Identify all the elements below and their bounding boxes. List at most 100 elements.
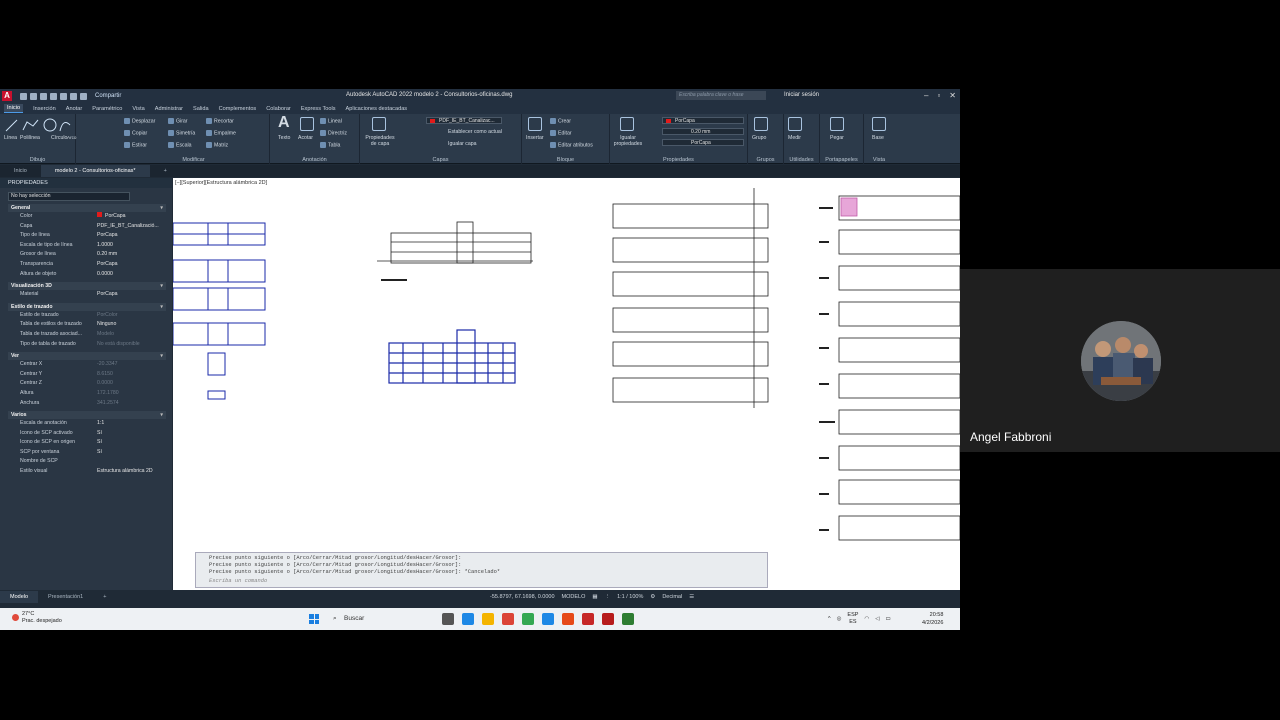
- dimension-button[interactable]: Acotar: [298, 135, 313, 141]
- tab-complementos[interactable]: Complementos: [219, 106, 257, 112]
- tab-insercion[interactable]: Inserción: [33, 106, 56, 112]
- panel-title-propiedades[interactable]: Propiedades: [610, 157, 747, 163]
- plot-icon[interactable]: [60, 92, 67, 100]
- language-indicator[interactable]: ESP ES: [847, 612, 858, 626]
- property-value[interactable]: 0.0000: [97, 379, 166, 389]
- panel-title-bloque[interactable]: Bloque: [522, 157, 609, 163]
- layer-properties-icon[interactable]: [372, 117, 386, 131]
- set-current-button[interactable]: Establecer como actual: [448, 129, 502, 135]
- create-block-button[interactable]: Crear: [550, 118, 571, 124]
- panel-title-utilidades[interactable]: Utilidades: [784, 157, 819, 163]
- property-value-wrap[interactable]: PorCapa: [97, 212, 166, 222]
- tab-aplicaciones[interactable]: Aplicaciones destacadas: [346, 106, 408, 112]
- acrobat-icon[interactable]: [582, 613, 594, 625]
- open-icon[interactable]: [30, 92, 37, 100]
- measure-button[interactable]: Medir: [788, 135, 801, 141]
- scale-button[interactable]: Escala: [168, 142, 192, 148]
- system-clock[interactable]: 20:58 4/2/2026: [922, 611, 943, 627]
- layer-dropdown[interactable]: PDF_IE_BT_Canalizac...: [426, 117, 502, 124]
- polyline-button[interactable]: Polilínea: [20, 135, 40, 141]
- property-row[interactable]: Altura de objeto 0.0000: [20, 270, 166, 280]
- units-dropdown[interactable]: Decimal: [662, 594, 682, 600]
- command-window[interactable]: Precise punto siguiente o [Arco/Cerrar/M…: [195, 552, 768, 588]
- property-row[interactable]: Centrar Y 8.6150: [20, 370, 166, 380]
- property-row[interactable]: Capa PDF_IE_BT_Canalizació...: [20, 222, 166, 232]
- property-value[interactable]: 1:1: [97, 419, 166, 429]
- property-row[interactable]: Centrar Z 0.0000: [20, 379, 166, 389]
- taskbar-search[interactable]: ⌕ Buscar: [331, 612, 431, 625]
- tab-presentacion[interactable]: Presentación1: [38, 594, 93, 600]
- edit-block-button[interactable]: Editar: [550, 130, 572, 136]
- lineweight-dropdown[interactable]: 0.20 mm: [662, 128, 744, 135]
- tab-express-tools[interactable]: Express Tools: [301, 106, 336, 112]
- copy-button[interactable]: Copiar: [124, 130, 147, 136]
- sign-in-button[interactable]: Iniciar sesión: [784, 92, 819, 98]
- fillet-button[interactable]: Empalme: [206, 130, 236, 136]
- property-value[interactable]: 1.0000: [97, 241, 166, 251]
- task-view-icon[interactable]: [442, 613, 454, 625]
- property-row[interactable]: Material PorCapa: [20, 290, 166, 300]
- property-value[interactable]: 8.6150: [97, 370, 166, 380]
- autocad-taskbar-icon[interactable]: [602, 613, 614, 625]
- settings-icon[interactable]: ⚙: [650, 594, 655, 600]
- text-icon[interactable]: A: [278, 114, 290, 132]
- customize-icon[interactable]: ☰: [689, 594, 694, 600]
- tab-colaborar[interactable]: Colaborar: [266, 106, 291, 112]
- arc-button[interactable]: Arco: [67, 135, 76, 140]
- drawing-canvas[interactable]: [−][Superior][Estructura alámbrica 2D] P…: [173, 178, 960, 590]
- property-row[interactable]: Grosor de línea 0.20 mm: [20, 250, 166, 260]
- paste-icon[interactable]: [830, 117, 844, 131]
- line-button[interactable]: Línea: [4, 135, 17, 141]
- layer-properties-button[interactable]: Propiedades de capa: [364, 135, 396, 147]
- tray-overflow-icon[interactable]: ^: [828, 616, 831, 622]
- match-properties-button[interactable]: Igualar propiedades: [612, 135, 644, 147]
- property-row[interactable]: Tabla de estilos de trazado Ninguno: [20, 320, 166, 330]
- property-row[interactable]: Escala de anotación 1:1: [20, 419, 166, 429]
- property-section-header[interactable]: Varios: [8, 411, 166, 420]
- add-layout-icon[interactable]: +: [93, 594, 116, 600]
- property-section-header[interactable]: General: [8, 204, 166, 212]
- search-input[interactable]: Escriba palabra clave o frase: [676, 91, 766, 100]
- annotation-scale[interactable]: 1:1 / 100%: [617, 594, 643, 600]
- insert-icon[interactable]: [528, 117, 542, 131]
- file-explorer-icon[interactable]: [482, 613, 494, 625]
- excel-icon[interactable]: [622, 613, 634, 625]
- volume-icon[interactable]: ◁: [875, 616, 879, 622]
- property-value[interactable]: Modelo: [97, 330, 166, 340]
- stretch-button[interactable]: Estirar: [124, 142, 147, 148]
- edit-attributes-button[interactable]: Editar atributos: [550, 142, 593, 148]
- tab-parametrico[interactable]: Paramétrico: [92, 106, 122, 112]
- property-value[interactable]: 172.1780: [97, 389, 166, 399]
- property-value[interactable]: Estructura alámbrica 2D: [97, 467, 166, 477]
- text-button[interactable]: Texto: [278, 135, 290, 141]
- wifi-icon[interactable]: ◠: [864, 616, 869, 622]
- grid-icon[interactable]: ▦: [592, 594, 597, 600]
- new-icon[interactable]: [20, 92, 27, 100]
- linear-button[interactable]: Lineal: [320, 118, 342, 124]
- chrome-canary-icon[interactable]: [562, 613, 574, 625]
- property-row[interactable]: Anchura 341.2574: [20, 399, 166, 409]
- property-value[interactable]: [97, 457, 166, 467]
- new-tab-icon[interactable]: +: [150, 165, 181, 177]
- property-row[interactable]: Tipo de línea PorCapa: [20, 231, 166, 241]
- property-value[interactable]: PorColor: [97, 311, 166, 321]
- property-row[interactable]: Centrar X -20.3347: [20, 360, 166, 370]
- trim-button[interactable]: Recortar: [206, 118, 234, 124]
- tab-vista[interactable]: Vista: [132, 106, 144, 112]
- redo-icon[interactable]: [80, 92, 87, 100]
- maximize-icon[interactable]: ▫: [937, 91, 940, 100]
- network-icon[interactable]: ◎: [837, 616, 842, 622]
- doc-tab-active[interactable]: modelo 2 - Consultorios-oficinas*: [40, 165, 150, 177]
- property-section-header[interactable]: Ver: [8, 352, 166, 361]
- property-value[interactable]: Sí: [97, 448, 166, 458]
- array-button[interactable]: Matriz: [206, 142, 228, 148]
- tab-modelo[interactable]: Modelo: [0, 591, 39, 603]
- base-button[interactable]: Base: [872, 135, 884, 141]
- insert-button[interactable]: Insertar: [526, 135, 544, 141]
- base-view-icon[interactable]: [872, 117, 886, 131]
- selection-dropdown[interactable]: No hay selección: [8, 192, 130, 201]
- property-value[interactable]: No está disponible: [97, 340, 166, 350]
- command-input[interactable]: Escriba un comando: [209, 578, 767, 585]
- color-dropdown[interactable]: PorCapa: [662, 117, 744, 124]
- property-value[interactable]: Ninguno: [97, 320, 166, 330]
